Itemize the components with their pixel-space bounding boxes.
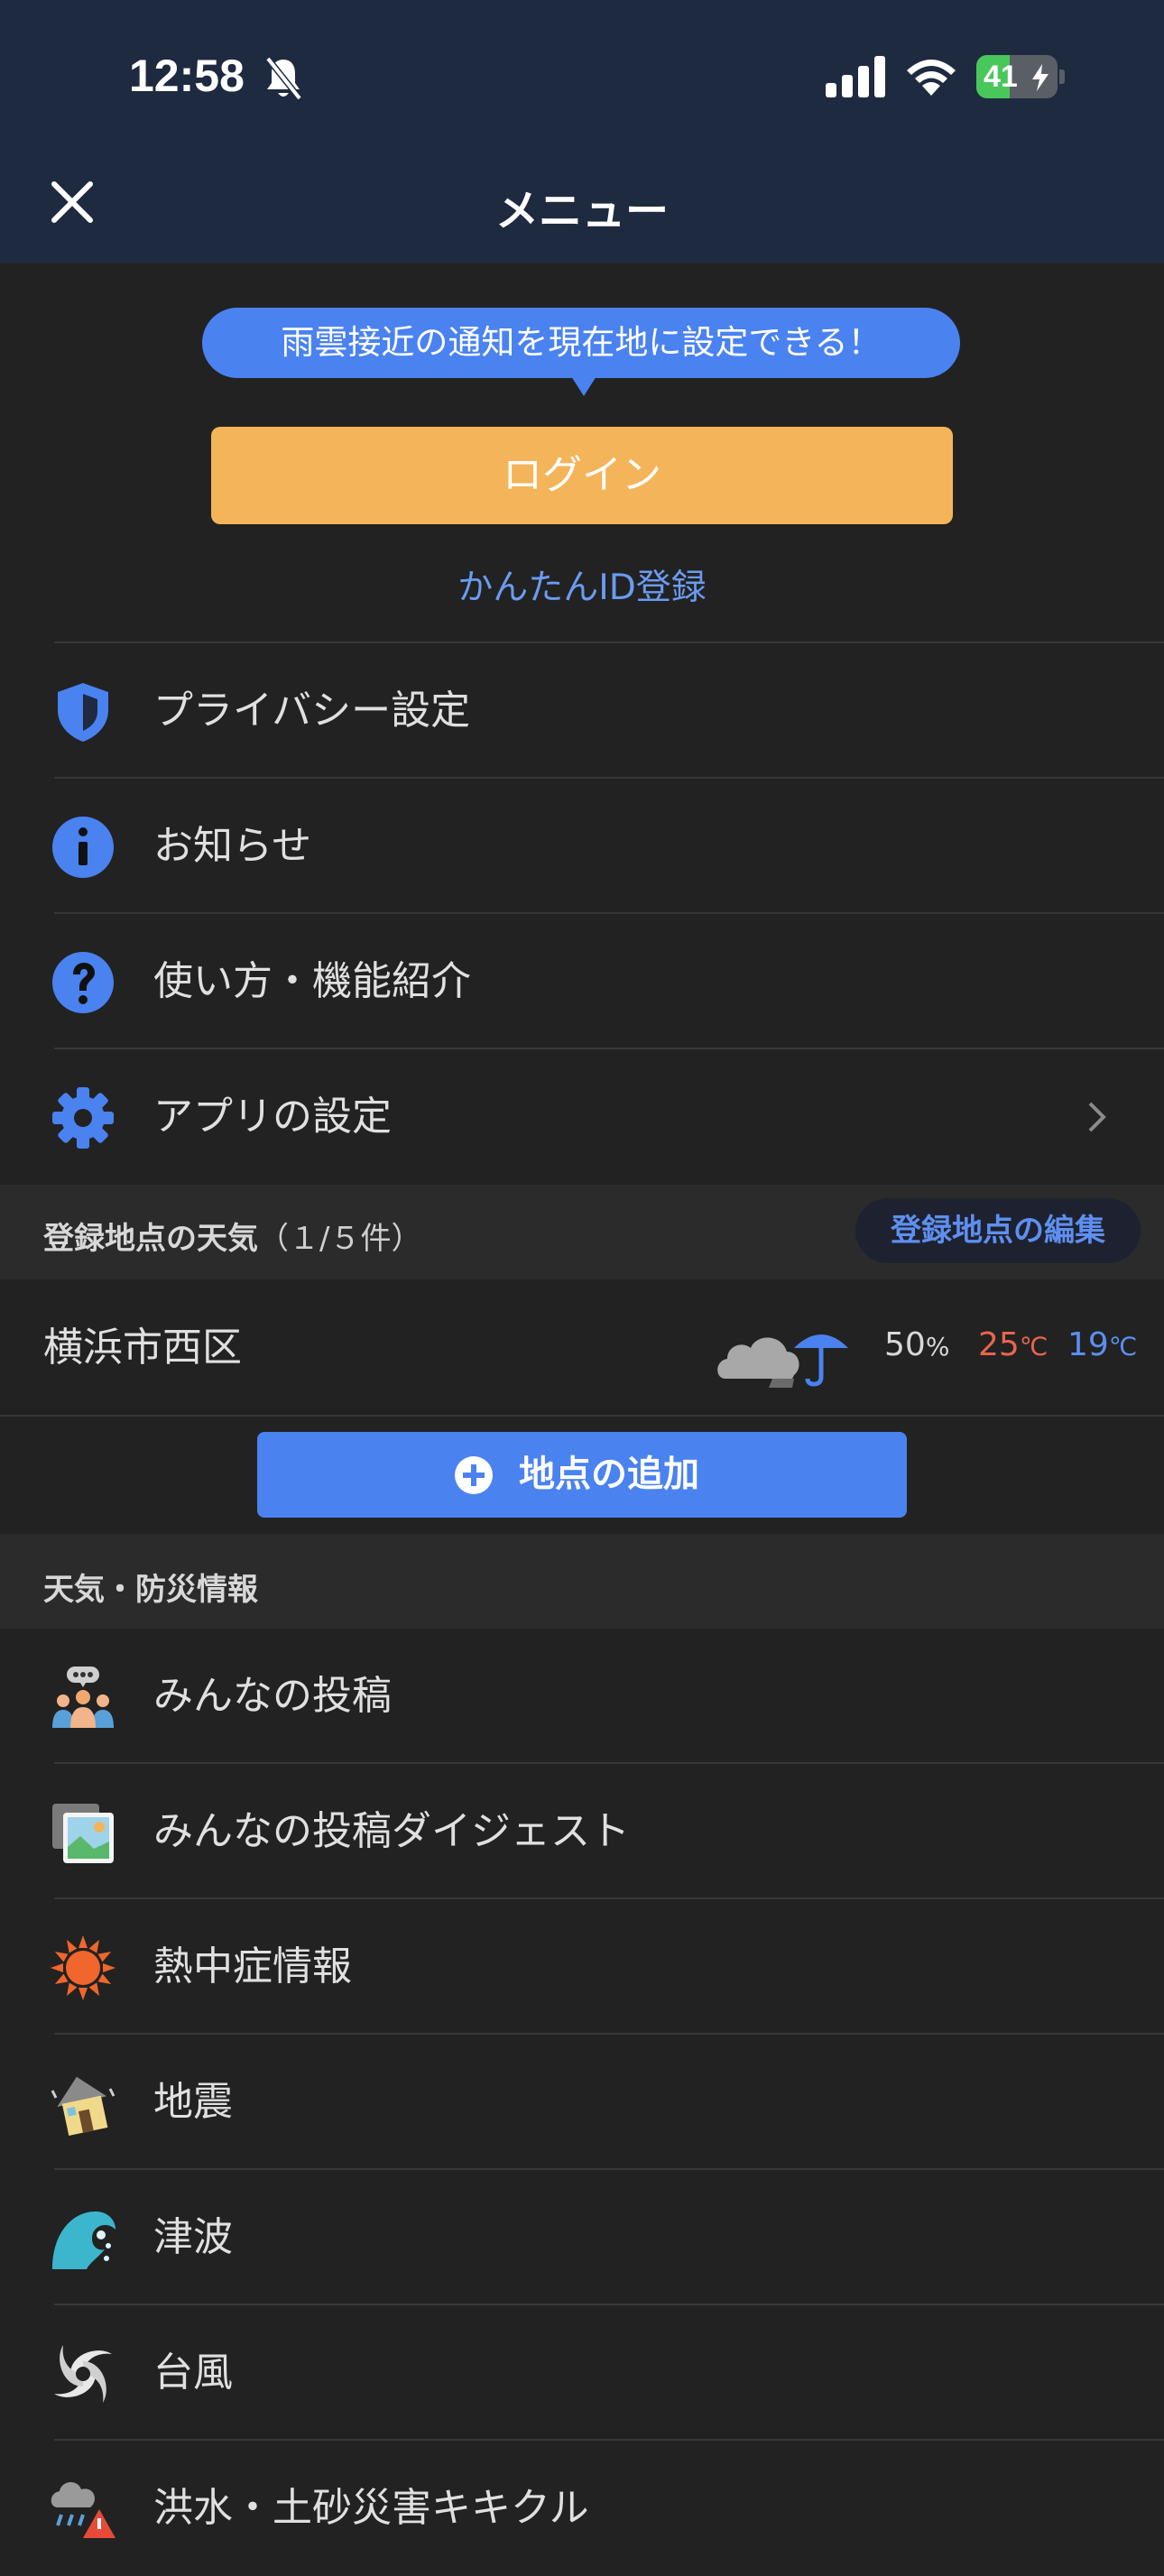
community-icon	[52, 1667, 114, 1728]
menu-label: アプリの設定	[153, 1094, 392, 1140]
shield-icon	[58, 683, 108, 742]
menu-item-typhoon[interactable]: 台風	[0, 2305, 1164, 2441]
locations-section-header: 登録地点の天気（１/５件） 登録地点の編集	[0, 1185, 1164, 1279]
rain-warning-icon	[51, 2481, 115, 2538]
precip-probability: 50%	[884, 1326, 949, 1363]
info-icon	[52, 817, 114, 878]
app-header: 12:58 41 メニュー	[0, 0, 1164, 263]
temp-unit: ℃	[1108, 1332, 1138, 1362]
location-row[interactable]: 横浜市西区 50% 25℃ 19℃	[0, 1279, 1164, 1417]
menu-item-heatstroke[interactable]: 熱中症情報	[0, 1899, 1164, 2035]
login-button[interactable]: ログイン	[211, 427, 953, 524]
photo-icon	[52, 1804, 114, 1863]
precip-value: 50	[884, 1326, 926, 1363]
menu-label: 台風	[153, 2350, 233, 2396]
menu-item-flood-landslide[interactable]: 洪水・土砂災害キキクル	[0, 2441, 1164, 2576]
menu-item-tsunami[interactable]: 津波	[0, 2170, 1164, 2305]
add-location-label: 地点の追加	[519, 1454, 699, 1495]
temp-max: 25℃	[978, 1326, 1048, 1363]
menu-label: 使い方・機能紹介	[153, 958, 471, 1004]
battery-indicator: 41	[976, 55, 1058, 98]
menu-label: 津波	[153, 2214, 233, 2260]
menu-item-help[interactable]: 使い方・機能紹介	[0, 914, 1164, 1049]
location-name: 横浜市西区	[43, 1325, 242, 1371]
plus-circle-icon	[455, 1456, 493, 1494]
sun-icon	[51, 1935, 115, 2000]
menu-item-posts-digest[interactable]: みんなの投稿ダイジェスト	[0, 1764, 1164, 1899]
section-title: 天気・防災情報	[43, 1572, 258, 1608]
typhoon-icon	[54, 2345, 112, 2403]
temp-unit: ℃	[1019, 1332, 1049, 1362]
menu-label: お知らせ	[153, 823, 312, 869]
menu-label: みんなの投稿	[153, 1673, 392, 1719]
temp-max-value: 25	[978, 1326, 1020, 1363]
page-title: メニュー	[494, 186, 669, 236]
charging-bolt-icon	[1032, 64, 1049, 91]
help-icon	[52, 952, 114, 1013]
section-title: 登録地点の天気（１/５件）	[43, 1214, 421, 1258]
chevron-right-icon	[1088, 1102, 1106, 1132]
location-count: （１/５件）	[258, 1221, 422, 1257]
section-title-text: 登録地点の天気	[43, 1221, 258, 1257]
weather-section-header: 天気・防災情報	[0, 1534, 1164, 1629]
signal-icon	[826, 56, 885, 97]
cloud-rain-icon	[717, 1334, 848, 1388]
menu-item-news[interactable]: お知らせ	[0, 779, 1164, 914]
add-location-button[interactable]: 地点の追加	[257, 1432, 907, 1518]
precip-unit: %	[925, 1332, 950, 1362]
menu-item-app-settings[interactable]: アプリの設定	[0, 1049, 1164, 1185]
divider	[0, 1415, 1164, 1417]
house-icon	[51, 2076, 115, 2136]
wifi-icon	[907, 60, 956, 96]
temp-min: 19℃	[1067, 1326, 1137, 1363]
edit-locations-button[interactable]: 登録地点の編集	[855, 1198, 1141, 1263]
register-link[interactable]: かんたんID登録	[0, 559, 1164, 610]
notice-bubble: 雨雲接近の通知を現在地に設定できる！	[202, 308, 960, 378]
bell-muted-icon	[265, 56, 302, 101]
battery-level: 41	[984, 60, 1018, 94]
menu-label: 熱中症情報	[153, 1944, 352, 1990]
battery-tip	[1059, 69, 1065, 84]
wave-icon	[52, 2211, 115, 2269]
menu-label: 地震	[153, 2079, 233, 2125]
menu-label: プライバシー設定	[153, 688, 471, 734]
temp-min-value: 19	[1067, 1326, 1109, 1363]
menu-item-privacy[interactable]: プライバシー設定	[0, 643, 1164, 779]
menu-label: みんなの投稿ダイジェスト	[153, 1808, 630, 1854]
menu-item-earthquake[interactable]: 地震	[0, 2035, 1164, 2170]
gear-icon	[52, 1087, 114, 1149]
menu-item-community-posts[interactable]: みんなの投稿	[0, 1629, 1164, 1764]
bubble-tail	[571, 376, 596, 396]
menu-label: 洪水・土砂災害キキクル	[153, 2485, 589, 2531]
status-time: 12:58	[129, 51, 245, 101]
